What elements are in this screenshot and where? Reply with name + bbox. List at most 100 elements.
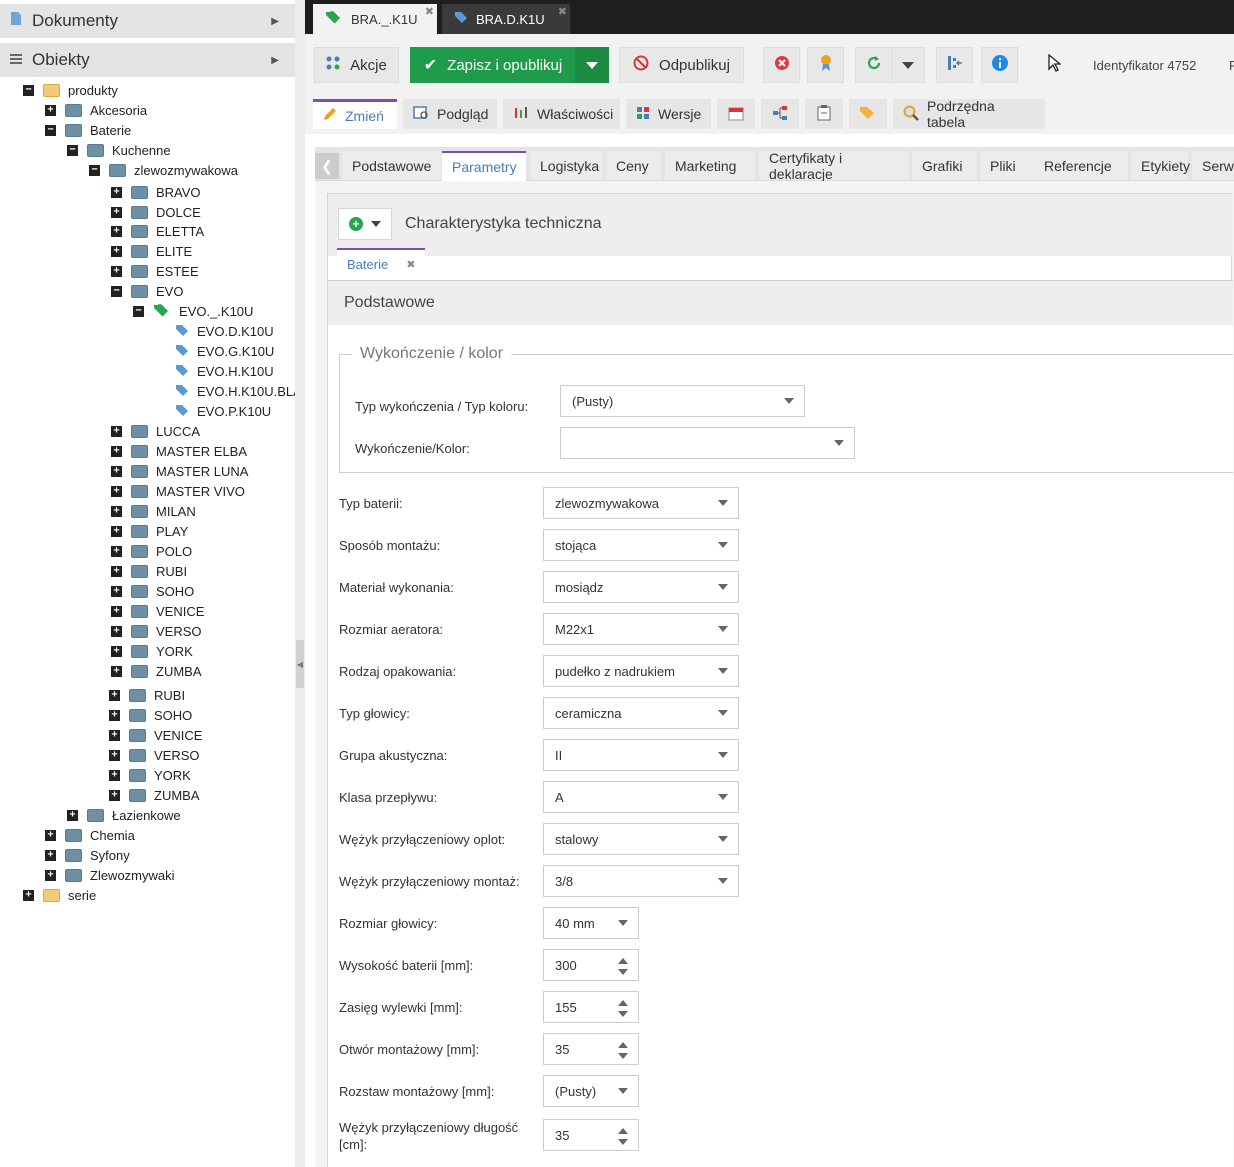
tabs-scroll-left-icon[interactable]: ❮	[315, 153, 339, 179]
expand-icon[interactable]: +	[109, 789, 120, 801]
tree-node[interactable]: EVO.H.K10U	[155, 361, 274, 381]
spin-up-icon[interactable]	[618, 958, 628, 964]
tree-node[interactable]: + ELETTA	[111, 221, 204, 241]
expand-icon[interactable]: +	[111, 186, 122, 198]
tree-node[interactable]: + YORK	[109, 765, 191, 785]
number-spinner[interactable]: 155	[543, 991, 639, 1023]
parameter-select[interactable]: pudełko z nadrukiem	[543, 655, 739, 687]
spin-down-icon[interactable]	[618, 1139, 628, 1145]
doc-tab-bra-k1u[interactable]: BRA._.K1U ✖	[313, 4, 437, 34]
spin-up-icon[interactable]	[618, 1042, 628, 1048]
collapse-icon[interactable]: −	[23, 84, 34, 96]
parameter-select[interactable]: stojąca	[543, 529, 739, 561]
expand-icon[interactable]: +	[23, 889, 34, 901]
parameter-select[interactable]: 40 mm	[543, 907, 639, 939]
expand-icon[interactable]: +	[109, 729, 120, 741]
expand-icon[interactable]: +	[111, 565, 122, 577]
expand-icon[interactable]: +	[111, 545, 122, 557]
tree-node[interactable]: + POLO	[111, 541, 192, 561]
tree-node[interactable]: − EVO._.K10U	[133, 301, 253, 321]
tree-node[interactable]: + VENICE	[109, 725, 202, 745]
expand-icon[interactable]: +	[111, 605, 122, 617]
data-tab[interactable]: Grafiki	[912, 151, 977, 180]
close-icon[interactable]: ✖	[406, 258, 415, 271]
tree-node[interactable]: EVO.D.K10U	[155, 321, 274, 341]
number-spinner[interactable]: 35	[543, 1033, 639, 1065]
finish-select[interactable]	[560, 427, 855, 459]
collapse-icon[interactable]: −	[133, 305, 144, 317]
tree-node[interactable]: + VENICE	[111, 601, 204, 621]
data-tab[interactable]: Ceny	[606, 151, 661, 180]
info-button[interactable]	[981, 47, 1018, 83]
unpublish-button[interactable]: Odpublikuj	[619, 47, 744, 83]
tree-node[interactable]: + BRAVO	[111, 182, 201, 202]
parameter-select[interactable]: 3/8	[543, 865, 739, 897]
expand-icon[interactable]: +	[111, 445, 122, 457]
collapse-icon[interactable]: −	[111, 285, 122, 297]
expand-icon[interactable]: +	[67, 809, 78, 821]
tab-notes[interactable]	[805, 99, 843, 129]
data-tab[interactable]: Serwis	[1192, 151, 1234, 180]
tree-node[interactable]: + MASTER VIVO	[111, 481, 245, 501]
spin-down-icon[interactable]	[618, 1053, 628, 1059]
close-tab-icon[interactable]: ✖	[558, 5, 567, 18]
expand-icon[interactable]: +	[111, 525, 122, 537]
data-tab[interactable]: Pliki	[980, 151, 1041, 180]
data-tab[interactable]: Logistyka	[530, 151, 603, 180]
expand-icon[interactable]: +	[111, 485, 122, 497]
parameter-select[interactable]: mosiądz	[543, 571, 739, 603]
tree-node[interactable]: − EVO	[111, 281, 183, 301]
expand-icon[interactable]: +	[111, 265, 122, 277]
parameter-select[interactable]: M22x1	[543, 613, 739, 645]
tree-node[interactable]: EVO.H.K10U.BLA	[155, 381, 295, 401]
tree-node[interactable]: + ESTEE	[111, 261, 199, 281]
expand-icon[interactable]: +	[45, 869, 56, 881]
objects-accordion[interactable]: Obiekty ▶	[0, 43, 295, 77]
actions-button[interactable]: Akcje	[314, 47, 399, 83]
delete-button[interactable]	[763, 47, 800, 83]
expand-icon[interactable]: +	[45, 104, 56, 116]
tree-node[interactable]: + MASTER ELBA	[111, 441, 247, 461]
block-tab-baterie[interactable]: Baterie ✖	[337, 248, 426, 278]
add-block-button[interactable]: +	[338, 208, 392, 240]
tab-tags[interactable]	[849, 99, 887, 129]
expand-icon[interactable]: +	[111, 465, 122, 477]
tree-node[interactable]: + ZUMBA	[111, 661, 202, 681]
tree-node[interactable]: + ELITE	[111, 241, 192, 261]
tree-node[interactable]: + YORK	[111, 641, 193, 661]
data-tab[interactable]: Parametry	[442, 151, 526, 181]
expand-icon[interactable]: +	[111, 245, 122, 257]
expand-icon[interactable]: +	[45, 849, 56, 861]
expand-icon[interactable]: +	[111, 425, 122, 437]
tree-node[interactable]: EVO.G.K10U	[155, 341, 274, 361]
collapse-icon[interactable]: −	[45, 124, 56, 136]
reload-options-dropdown[interactable]	[891, 47, 925, 83]
tree-node[interactable]: + SOHO	[109, 705, 192, 725]
tree-node[interactable]: − produkty	[23, 80, 118, 100]
tab-edit[interactable]: Zmień	[313, 99, 397, 129]
save-publish-button[interactable]: ✔ Zapisz i opublikuj	[410, 47, 576, 83]
spin-up-icon[interactable]	[618, 1128, 628, 1134]
parameter-select[interactable]: zlewozmywakowa	[543, 487, 739, 519]
tab-dependencies[interactable]	[761, 99, 799, 129]
expand-icon[interactable]: +	[111, 225, 122, 237]
finish-select[interactable]: (Pusty)	[560, 385, 805, 417]
data-tab[interactable]: Etykiety	[1131, 151, 1190, 180]
data-tab[interactable]: Podstawowe	[342, 151, 441, 180]
tab-preview[interactable]: Podgląd	[403, 99, 497, 129]
expand-icon[interactable]: +	[111, 665, 122, 677]
tab-schedule[interactable]	[717, 99, 755, 129]
close-tab-icon[interactable]: ✖	[425, 5, 434, 18]
tree-node[interactable]: + LUCCA	[111, 421, 200, 441]
tab-properties[interactable]: Właściwości	[503, 99, 620, 129]
parameter-select[interactable]: stalowy	[543, 823, 739, 855]
tree-node[interactable]: − Kuchenne	[67, 140, 171, 160]
tree-node[interactable]: + SOHO	[111, 581, 194, 601]
data-tab[interactable]: Referencje	[1034, 151, 1128, 180]
expand-icon[interactable]: +	[111, 585, 122, 597]
number-spinner[interactable]: 35	[543, 1119, 639, 1151]
spin-down-icon[interactable]	[618, 1011, 628, 1017]
tree-node[interactable]: + Chemia	[45, 825, 135, 845]
expand-icon[interactable]: +	[109, 689, 120, 701]
data-tab[interactable]: Marketing	[665, 151, 755, 180]
